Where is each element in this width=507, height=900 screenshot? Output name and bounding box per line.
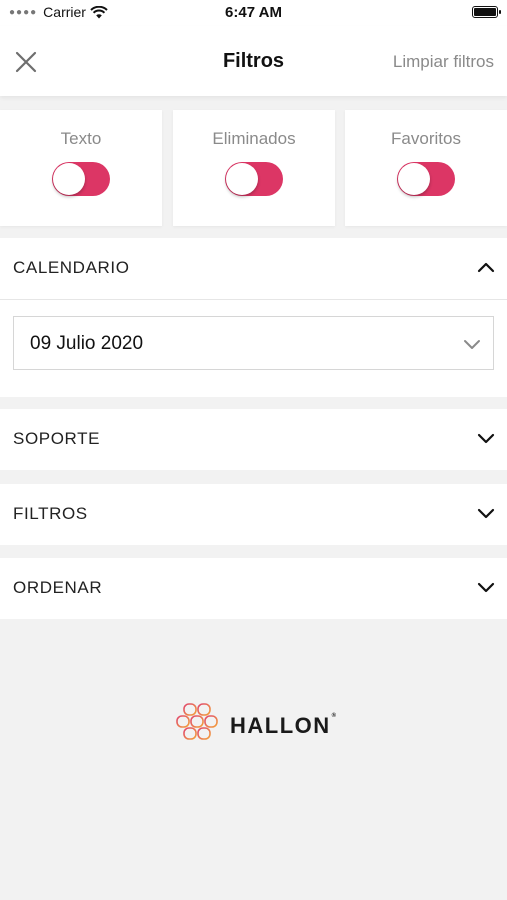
brand-name: HALLON®: [230, 713, 338, 738]
support-header[interactable]: SOPORTE: [0, 409, 507, 469]
switch-knob: [226, 163, 258, 195]
status-bar: ●●●● Carrier 6:47 AM: [0, 0, 507, 26]
status-time: 6:47 AM: [225, 4, 282, 21]
nav-header: Filtros Limpiar filtros: [0, 26, 507, 96]
deleted-toggle-switch[interactable]: [225, 162, 283, 196]
section-label: ORDENAR: [13, 578, 103, 597]
toggle-card-deleted: Eliminados: [173, 110, 335, 226]
clear-filters-button[interactable]: Limpiar filtros: [393, 52, 494, 72]
toggle-label: Eliminados: [212, 129, 296, 148]
filters-section: FILTROS: [0, 484, 507, 545]
divider: [0, 299, 507, 300]
selected-date: 09 Julio 2020: [30, 333, 144, 354]
section-label: FILTROS: [13, 504, 88, 523]
toggle-card-favorites: Favoritos: [345, 110, 507, 226]
brand-text: HALLON: [230, 713, 331, 738]
calendar-header[interactable]: CALENDARIO: [0, 238, 507, 298]
battery-icon: [472, 6, 501, 18]
sort-header[interactable]: ORDENAR: [0, 558, 507, 618]
favorites-toggle-switch[interactable]: [397, 162, 455, 196]
toggle-cards: Texto Eliminados Favoritos: [0, 110, 507, 226]
hallon-logo: HALLON®: [174, 703, 344, 749]
chevron-down-icon: [464, 340, 480, 349]
support-section: SOPORTE: [0, 409, 507, 470]
chevron-down-icon: [477, 582, 495, 593]
toggle-label: Texto: [60, 129, 102, 148]
hallon-mark-icon: [176, 703, 218, 740]
toggle-card-text: Texto: [0, 110, 162, 226]
sort-section: ORDENAR: [0, 558, 507, 619]
section-label: SOPORTE: [13, 429, 101, 448]
switch-knob: [53, 163, 85, 195]
text-toggle-switch[interactable]: [52, 162, 110, 196]
calendar-section: CALENDARIO 09 Julio 2020: [0, 238, 507, 397]
switch-knob: [398, 163, 430, 195]
chevron-down-icon: [477, 508, 495, 519]
date-select[interactable]: 09 Julio 2020: [13, 316, 494, 370]
chevron-up-icon: [477, 262, 495, 273]
chevron-down-icon: [477, 433, 495, 444]
filters-header[interactable]: FILTROS: [0, 484, 507, 544]
section-label: CALENDARIO: [13, 258, 130, 277]
toggle-label: Favoritos: [391, 129, 461, 148]
